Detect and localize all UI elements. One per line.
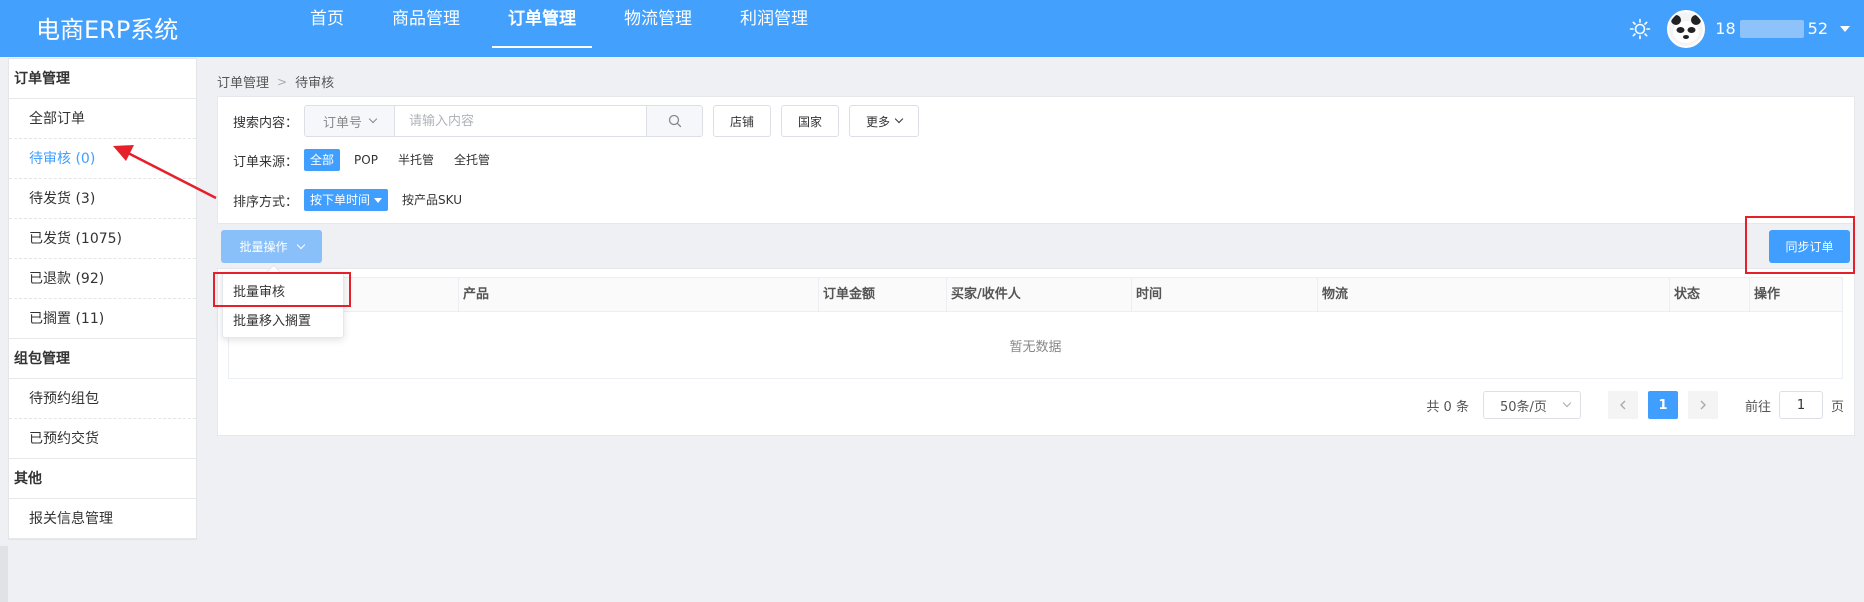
chevron-down-icon [368,114,378,124]
redacted-mask [1739,19,1804,38]
sun-icon[interactable] [1629,18,1651,40]
sidebar: 订单管理 全部订单 待审核 (0) 待发货 (3) 已发货 (1075) 已退款… [8,58,197,540]
highlight-box-batch-review [213,272,351,307]
sidebar-item-on-hold[interactable]: 已搁置 (11) [9,299,196,339]
caret-down-icon [374,197,383,203]
orders-table-panel: 产品 订单金额 买家/收件人 时间 物流 状态 操作 暂无数据 共 0 条 50… [217,268,1855,436]
breadcrumb-root[interactable]: 订单管理 [217,72,269,91]
main-nav: 首页 商品管理 订单管理 物流管理 利润管理 [286,0,832,57]
batch-actions-button[interactable]: 批量操作 [221,230,322,263]
column-header-logistics: 物流 [1317,278,1669,312]
breadcrumb-current: 待审核 [295,76,335,91]
column-header-time: 时间 [1131,278,1317,312]
page-number-current[interactable]: 1 [1647,391,1678,419]
column-header-amount: 订单金额 [818,278,946,312]
sidebar-item-pending-package[interactable]: 待预约组包 [9,379,196,419]
source-row: 订单来源： 全部 POP 半托管 全托管 [233,149,504,171]
user-name-suffix: 52 [1807,19,1828,38]
nav-orders[interactable]: 订单管理 [484,0,600,57]
nav-profit[interactable]: 利润管理 [716,0,832,57]
top-bar: 电商ERP系统 首页 商品管理 订单管理 物流管理 利润管理 18 52 [0,0,1864,57]
search-button[interactable] [646,106,703,136]
chevron-left-icon [1619,400,1626,410]
filter-panel: 搜索内容： 订单号 店铺 国家 更多 订单来源： 全部 POP 半托管 全托管 [217,96,1855,224]
caret-down-icon [1840,25,1850,32]
breadcrumb: 订单管理 > 待审核 [217,72,335,92]
batch-actions-label: 批量操作 [239,240,288,254]
pagination: 共 0 条 50条/页 1 前往 页 [1426,391,1844,419]
column-header-status: 状态 [1669,278,1749,312]
sort-label: 排序方式： [233,194,299,210]
page-size-value: 50条/页 [1499,399,1547,415]
search-icon [668,114,681,128]
more-filter-button[interactable]: 更多 [849,105,920,137]
app-title: 电商ERP系统 [36,16,179,44]
more-filter-label: 更多 [866,114,891,129]
sort-option-order-time-label: 按下单时间 [310,193,371,207]
source-label: 订单来源： [233,154,299,170]
goto-page: 前往 页 [1745,391,1844,419]
sidebar-item-shipped[interactable]: 已发货 (1075) [9,219,196,259]
prev-page-button[interactable] [1607,391,1638,419]
goto-unit: 页 [1830,399,1844,415]
source-option-semi-managed[interactable]: 半托管 [392,149,440,171]
menu-item-batch-hold[interactable]: 批量移入搁置 [223,307,343,336]
search-row: 搜索内容： 订单号 店铺 国家 更多 [233,105,920,137]
shop-filter-button[interactable]: 店铺 [713,105,772,137]
source-option-full-managed[interactable]: 全托管 [448,149,496,171]
country-filter-button[interactable]: 国家 [781,105,840,137]
sidebar-item-customs-info[interactable]: 报关信息管理 [9,499,196,539]
search-type-value: 订单号 [323,115,363,131]
pagination-total: 共 0 条 [1426,399,1469,415]
sidebar-item-pending-ship[interactable]: 待发货 (3) [9,179,196,219]
nav-products[interactable]: 商品管理 [368,0,484,57]
search-type-select[interactable]: 订单号 [305,106,396,136]
sort-option-sku[interactable]: 按产品SKU [396,189,468,211]
chevron-right-icon: > [277,74,288,89]
sidebar-group-packages: 组包管理 [9,339,196,379]
sidebar-group-orders: 订单管理 [9,59,196,99]
nav-home[interactable]: 首页 [286,0,368,57]
orders-table: 产品 订单金额 买家/收件人 时间 物流 状态 操作 暂无数据 [228,277,1843,379]
user-name-prefix: 18 [1715,19,1736,38]
next-page-button[interactable] [1687,391,1718,419]
source-option-pop[interactable]: POP [348,149,384,171]
sort-row: 排序方式： 按下单时间 按产品SKU [233,189,476,211]
search-group: 订单号 [304,105,704,137]
column-header-buyer: 买家/收件人 [946,278,1131,312]
sidebar-item-pending-review[interactable]: 待审核 (0) [9,139,196,179]
user-area: 18 52 [1629,0,1850,57]
empty-state: 暂无数据 [1009,339,1062,355]
highlight-box-sync-orders [1745,216,1855,274]
goto-label: 前往 [1744,399,1771,415]
table-header: 产品 订单金额 买家/收件人 时间 物流 状态 操作 [229,278,1842,312]
page-size-select[interactable]: 50条/页 [1482,391,1581,419]
search-input[interactable] [395,106,647,136]
left-edge-strip [0,546,8,602]
chevron-down-icon [1562,398,1572,408]
sidebar-item-refunded[interactable]: 已退款 (92) [9,259,196,299]
source-option-all[interactable]: 全部 [304,149,341,171]
column-header-product: 产品 [458,278,818,312]
user-name[interactable]: 18 52 [1715,19,1850,38]
goto-page-input[interactable] [1778,391,1823,419]
chevron-down-icon [296,240,305,249]
sort-option-order-time[interactable]: 按下单时间 [304,189,389,211]
nav-logistics[interactable]: 物流管理 [600,0,716,57]
avatar[interactable] [1667,9,1706,48]
sidebar-group-other: 其他 [9,459,196,499]
sidebar-item-booked-delivery[interactable]: 已预约交货 [9,419,196,459]
search-label: 搜索内容： [233,115,299,131]
chevron-right-icon [1700,400,1706,410]
sidebar-item-all-orders[interactable]: 全部订单 [9,99,196,139]
chevron-down-icon [894,114,904,124]
column-header-actions: 操作 [1749,278,1842,312]
